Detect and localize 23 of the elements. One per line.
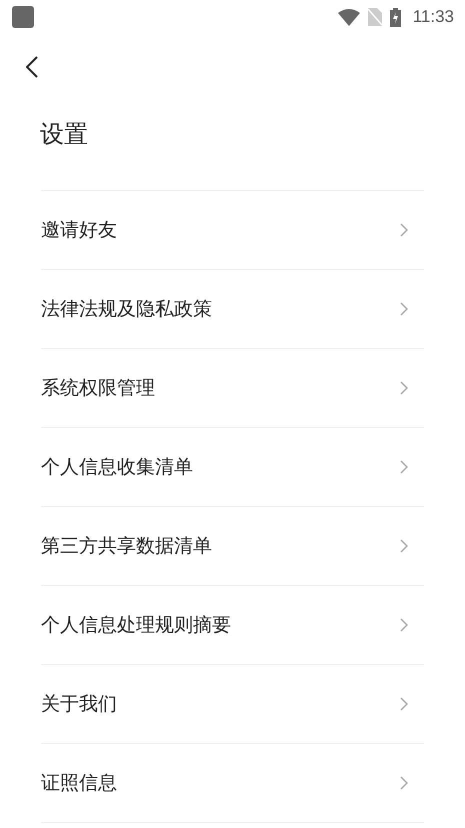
- chevron-icon: [400, 618, 408, 632]
- chevron-icon: [400, 381, 408, 395]
- chevron-icon: [400, 460, 408, 474]
- wifi-icon: [338, 8, 360, 26]
- settings-item[interactable]: 邀请好友: [41, 191, 424, 270]
- status-time: 11:33: [412, 7, 454, 27]
- settings-item[interactable]: 关于我们: [41, 665, 424, 744]
- page-title: 设置: [39, 119, 89, 150]
- settings-item[interactable]: 法律法规及隐私政策: [41, 270, 424, 349]
- chevron-icon: [400, 539, 408, 553]
- settings-item[interactable]: 证照信息: [41, 744, 424, 823]
- settings-item[interactable]: 系统权限管理: [41, 349, 424, 428]
- chevron-icon: [400, 223, 408, 237]
- settings-item[interactable]: 个人信息处理规则摘要: [41, 586, 424, 665]
- app-icon: [12, 6, 34, 28]
- chevron-icon: [400, 697, 408, 711]
- chevron-icon: [400, 776, 408, 790]
- settings-item[interactable]: 个人信息收集清单: [41, 428, 424, 507]
- back-icon: [26, 56, 38, 78]
- battery-charging-icon: [390, 8, 401, 26]
- settings-item[interactable]: 第三方共享数据清单: [41, 507, 424, 586]
- no-sim-icon: [368, 8, 382, 26]
- chevron-icon: [400, 302, 408, 316]
